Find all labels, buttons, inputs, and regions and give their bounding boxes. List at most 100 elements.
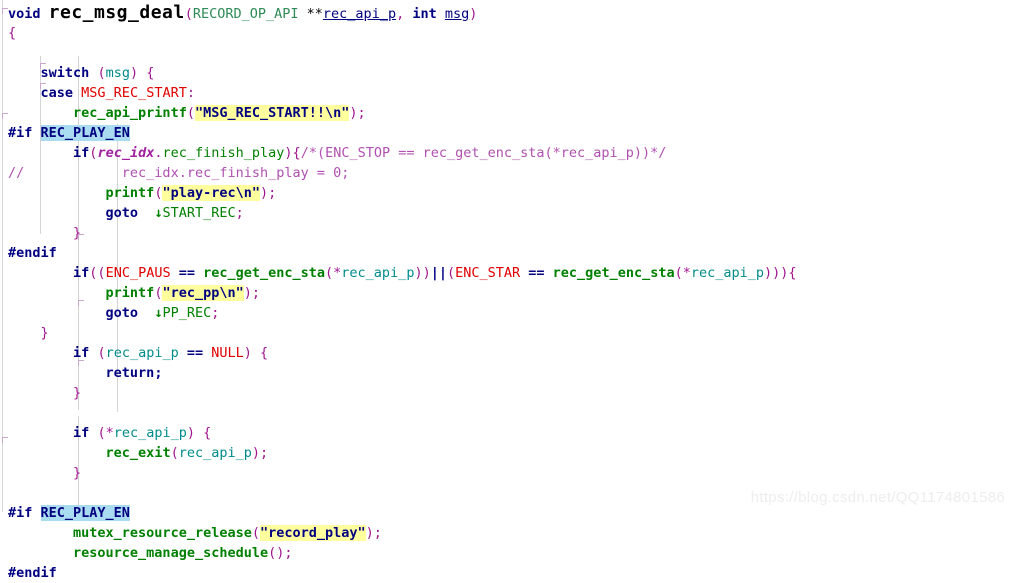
token-function-call: printf: [105, 185, 155, 201]
token-label: PP_REC: [162, 305, 212, 321]
token-variable: rec_api_p: [690, 265, 765, 281]
token-stars: **: [306, 6, 323, 22]
token-string: "play-rec\n": [162, 185, 261, 201]
code-line: #endif: [0, 563, 1015, 583]
token-variable: rec_api_p: [113, 425, 187, 441]
token-keyword: return;: [105, 365, 163, 381]
token-variable: rec_api_p: [178, 445, 252, 461]
token-member: rec_finish_play: [162, 145, 285, 161]
token-paren: (: [97, 65, 106, 81]
token-keyword: if: [73, 345, 90, 361]
token-paren: ): [129, 65, 139, 81]
token-comment: /*(ENC_STOP == rec_get_enc_sta(*rec_api_…: [300, 145, 667, 161]
token-brace: {: [260, 345, 269, 361]
token-function-call: rec_exit: [105, 445, 171, 461]
token-semicolon: ;: [211, 305, 220, 321]
token-paren: (: [170, 445, 179, 461]
code-line: if (*rec_api_p) {: [0, 423, 1015, 443]
token-comment: rec_idx.rec_finish_play = 0;: [24, 165, 350, 181]
code-line: #endif: [0, 243, 1015, 263]
token-paren: (: [97, 345, 106, 361]
token-end: );: [243, 285, 261, 301]
token-paren: )): [414, 265, 431, 281]
code-line: }: [0, 383, 1015, 403]
token-variable: msg: [105, 65, 130, 81]
token-macro: MSG_REC_START: [81, 85, 187, 101]
token-brace: ){: [780, 265, 797, 281]
token-end: );: [260, 185, 277, 201]
token-variable: rec_api_p: [341, 265, 415, 281]
token-end: );: [251, 445, 269, 461]
code-line: rec_api_printf("MSG_REC_START!!\n");: [0, 103, 1015, 123]
token-brace: }: [73, 465, 82, 481]
token-operator: ||: [430, 265, 447, 281]
token-operator: ==: [520, 265, 553, 281]
token-end: );: [349, 105, 366, 121]
token-brace: {: [292, 145, 301, 161]
code-line: mutex_resource_release("record_play");: [0, 523, 1015, 543]
token-operator: ==: [170, 265, 204, 281]
token-paren: (: [251, 525, 260, 541]
token-paren: ): [469, 6, 478, 22]
token-param: rec_api_p: [322, 6, 397, 22]
token-paren: (: [184, 6, 193, 22]
code-line: printf("play-rec\n");: [0, 183, 1015, 203]
token-operator: ==: [178, 345, 212, 361]
token-preprocessor: #endif: [8, 245, 57, 261]
code-line: switch (msg) {: [0, 63, 1015, 83]
token-type: RECORD_OP_API: [192, 6, 299, 22]
token-string: "MSG_REC_START!!\n": [194, 105, 350, 121]
token-function-name: rec_msg_deal: [48, 2, 185, 23]
token-keyword: if: [73, 425, 90, 441]
token-string: "record_play": [259, 525, 366, 541]
token-function-call: printf: [105, 285, 155, 301]
code-line: return;: [0, 363, 1015, 383]
token-macro: ENC_PAUS: [105, 265, 171, 281]
token-paren: (*: [325, 265, 342, 281]
token-paren: ): [243, 345, 252, 361]
token-keyword: case: [40, 85, 74, 101]
token-keyword: int: [412, 6, 437, 22]
token-string: "rec_pp\n": [162, 285, 244, 301]
code-line: printf("rec_pp\n");: [0, 283, 1015, 303]
token-function-call: rec_get_enc_sta: [203, 265, 326, 281]
token-paren: (*: [674, 265, 691, 281]
token-paren: ((: [89, 265, 106, 281]
token-struct-var: rec_idx: [97, 145, 155, 161]
code-line: #if REC_PLAY_EN: [0, 123, 1015, 143]
token-keyword: goto: [105, 305, 139, 321]
token-paren: (: [186, 105, 195, 121]
token-keyword: goto: [105, 205, 139, 221]
token-end: );: [365, 525, 382, 541]
token-function-call: mutex_resource_release: [73, 525, 252, 541]
token-brace: {: [146, 65, 155, 81]
watermark: https://blog.csdn.net/QQ1174801586: [750, 489, 1005, 506]
code-line: goto ↓PP_REC;: [0, 303, 1015, 323]
code-line: if((ENC_PAUS == rec_get_enc_sta(*rec_api…: [0, 263, 1015, 283]
code-line: #if REC_PLAY_EN: [0, 503, 1015, 523]
code-line: // rec_idx.rec_finish_play = 0;: [0, 163, 1015, 183]
token-function-call: rec_get_enc_sta: [552, 265, 675, 281]
